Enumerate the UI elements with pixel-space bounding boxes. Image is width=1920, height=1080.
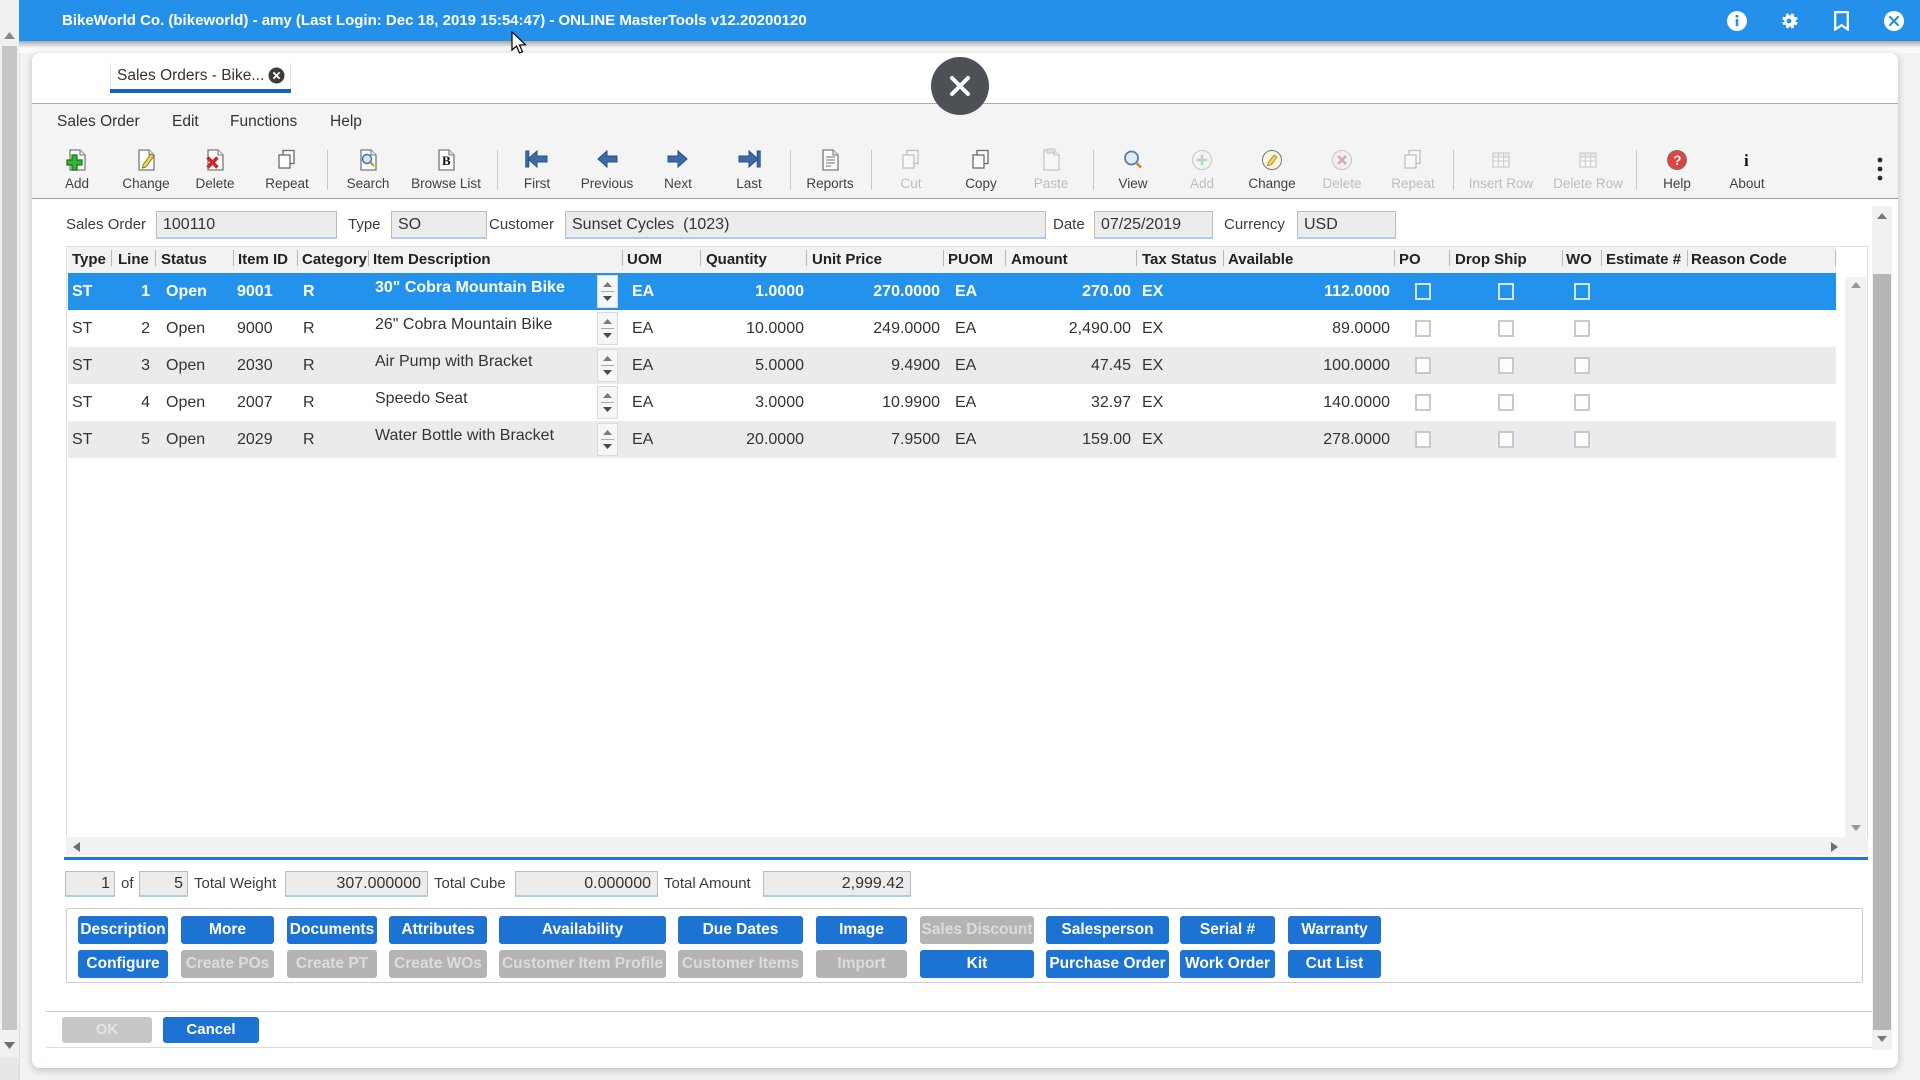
svg-text:?: ? bbox=[1673, 153, 1681, 168]
svg-text:B: B bbox=[442, 153, 451, 168]
svg-text:i: i bbox=[1744, 151, 1749, 170]
